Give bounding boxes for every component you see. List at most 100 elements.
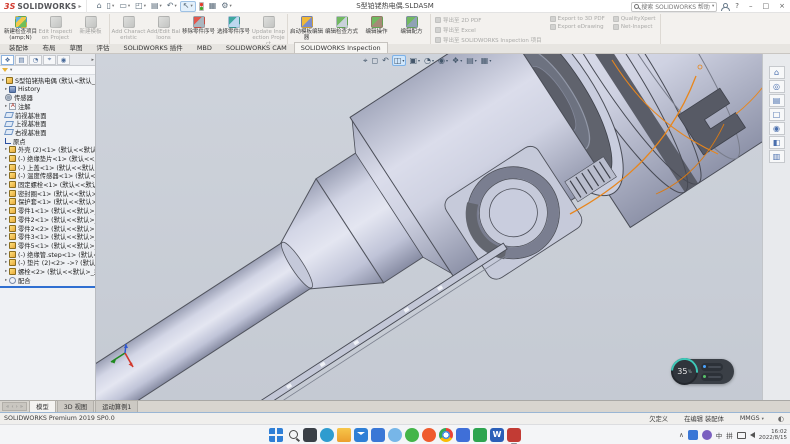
ribbon-button[interactable]: 编辑检查方式: [324, 14, 359, 35]
tree-root[interactable]: ▸ S型铂铑热电偶 (默认<默认_显示状态-1: [0, 76, 95, 85]
graphics-viewport[interactable]: ⌖ ▾ ◻ ▾ ↶ ▾ ◫ ▾: [96, 54, 762, 400]
hud-tool-button[interactable]: ◔ ▾: [423, 55, 435, 66]
taskbar-app-icon[interactable]: [405, 428, 419, 442]
chevron-down-icon[interactable]: ▾: [712, 4, 714, 9]
hud-tool-button[interactable]: ◫ ▾: [392, 55, 407, 66]
clock[interactable]: 16:02 2022/8/15: [759, 429, 787, 442]
tree-item[interactable]: ▸ 注解: [0, 102, 95, 111]
tab-propertymanager[interactable]: ▤: [15, 55, 28, 65]
hud-tool-button[interactable]: ↶ ▾: [381, 55, 390, 66]
hud-tool-button[interactable]: ▦ ▾: [480, 55, 493, 66]
panel-tabs-overflow[interactable]: ▸: [91, 57, 94, 63]
status-item[interactable]: 欠定义▾: [649, 414, 668, 423]
tree-item[interactable]: ▸ 传感器: [0, 93, 95, 102]
export-menu-item[interactable]: Net-Inspect: [613, 24, 656, 30]
tray-chevron-icon[interactable]: ∧: [679, 431, 684, 439]
tree-item[interactable]: ▸ 零件3<1> (默认<<默认>_显示状: [0, 232, 95, 241]
tab-scroll-buttons[interactable]: « ‹ › »: [2, 402, 27, 411]
qat-button[interactable]: ▾: [197, 1, 206, 12]
tab-custom-properties[interactable]: ◧: [769, 136, 785, 149]
taskbar-app-icon[interactable]: [269, 428, 283, 442]
ribbon-tab[interactable]: SOLIDWORKS Inspection: [294, 42, 388, 53]
status-item[interactable]: 在编辑 装配体▾: [684, 414, 724, 423]
tab-appearances[interactable]: ◉: [769, 122, 785, 135]
tree-item[interactable]: ▸ (-) 绝缘管.step<1> (默认<<默认>_: [0, 250, 95, 259]
last-tab-icon[interactable]: »: [20, 404, 23, 410]
export-menu-item[interactable]: 导出至 Excel: [435, 26, 542, 34]
tree-item[interactable]: ▸ (-) 垫片 (2)<2> ->? (默认<<默认>_: [0, 258, 95, 267]
restore-button[interactable]: □: [760, 1, 773, 12]
tree-item[interactable]: ▸ 零件2<2> (默认<<默认>_显示状: [0, 224, 95, 233]
taskbar-app-icon[interactable]: [388, 428, 402, 442]
ribbon-tab[interactable]: SOLIDWORKS CAM: [219, 42, 294, 53]
ribbon-button[interactable]: Add Characteristic: [111, 14, 146, 41]
tab-design-library[interactable]: ◎: [769, 80, 785, 93]
tree-item[interactable]: ▸ 配合: [0, 276, 95, 285]
tree-item[interactable]: ▸ 固定螺栓<1> (默认<<默认>_显示: [0, 180, 95, 189]
rollback-bar[interactable]: [0, 286, 95, 288]
ribbon-button[interactable]: 启动模板编辑器: [289, 14, 324, 41]
tree-item[interactable]: ▸ 零件5<1> (默认<<默认>_显示状: [0, 241, 95, 250]
help-button[interactable]: ?: [732, 1, 742, 12]
hud-tool-button[interactable]: ◻ ▾: [371, 55, 380, 66]
ribbon-button[interactable]: 移除零件序号: [181, 14, 216, 35]
ribbon-tab[interactable]: 评估: [90, 40, 117, 53]
qat-button[interactable]: ▯ ▾: [105, 1, 117, 12]
network-icon[interactable]: [737, 432, 746, 439]
tab-file-explorer[interactable]: ▤: [769, 94, 785, 107]
first-tab-icon[interactable]: «: [6, 404, 9, 410]
taskbar-app-icon[interactable]: [303, 428, 317, 442]
tab-pack-and-go[interactable]: ▥: [769, 150, 785, 163]
status-item[interactable]: MMGS▾: [740, 415, 764, 422]
ribbon-button[interactable]: Add/Edit Balloons: [146, 14, 181, 41]
tree-item[interactable]: ▸ 零件1<1> (默认<<默认>_显示状态: [0, 206, 95, 215]
taskbar-app-icon[interactable]: W: [490, 428, 504, 442]
export-menu-item[interactable]: 导出至 2D PDF: [435, 16, 542, 24]
qat-button[interactable]: ▤ ▾: [149, 1, 164, 12]
recorder-widget[interactable]: 35 %: [672, 359, 734, 384]
recorder-button-bottom[interactable]: [701, 373, 723, 381]
solidworks-logo[interactable]: 3S SOLIDWORKS ▸: [0, 0, 87, 13]
tree-item[interactable]: ▸ (-) 上盖<1> (默认<<默认>_显示状: [0, 163, 95, 172]
qat-button[interactable]: ↖ ▾: [180, 1, 196, 12]
tab-view-palette[interactable]: □: [769, 108, 785, 121]
taskbar-app-icon[interactable]: [456, 428, 470, 442]
tree-item[interactable]: ▸ 原点: [0, 137, 95, 146]
model-3d[interactable]: [96, 54, 762, 400]
export-menu-item[interactable]: 导出至 SOLIDWORKS Inspection 项目: [435, 36, 542, 44]
tree-item[interactable]: ▸ 上视基准面: [0, 119, 95, 128]
qat-button[interactable]: ⚙ ▾: [219, 1, 233, 12]
taskbar-app-icon[interactable]: [422, 428, 436, 442]
tree-item[interactable]: ▸ 密封圈<1> (默认<<默认>_显示状: [0, 189, 95, 198]
ribbon-button[interactable]: 新建模板: [73, 14, 108, 35]
ribbon-button[interactable]: 编辑配方: [394, 14, 429, 35]
prev-tab-icon[interactable]: ‹: [11, 404, 13, 410]
hud-tool-button[interactable]: ▣ ▾: [408, 55, 421, 66]
tab-featuremanager[interactable]: ❖: [1, 55, 14, 65]
ribbon-tab[interactable]: MBD: [190, 42, 219, 53]
tree-filter[interactable]: ▾: [0, 66, 95, 75]
qat-button[interactable]: ▦ ▾: [207, 1, 219, 12]
zoom-percent-badge[interactable]: 35 %: [671, 358, 698, 385]
tree-item[interactable]: ▸ 零件2<1> (默认<<默认>_显示状: [0, 215, 95, 224]
tree-item[interactable]: ▸ 前视基准面: [0, 111, 95, 120]
hud-tool-button[interactable]: ❖ ▾: [451, 55, 463, 66]
tree-item[interactable]: ▸ 螺栓<2> (默认<<默认>_显示状态: [0, 267, 95, 276]
qat-button[interactable]: ⌂ ▾: [95, 1, 104, 12]
taskbar-app-icon[interactable]: [473, 428, 487, 442]
taskbar-app-icon[interactable]: [337, 428, 351, 442]
ribbon-tab[interactable]: 布局: [36, 40, 63, 53]
doc-tab[interactable]: 模型: [29, 400, 56, 412]
ribbon-button[interactable]: 编辑操作: [359, 14, 394, 35]
hud-tool-button[interactable]: ◉ ▾: [437, 55, 449, 66]
qat-button[interactable]: ↶ ▾: [165, 1, 179, 12]
taskbar-app-icon[interactable]: [507, 428, 521, 442]
login-icon[interactable]: [721, 3, 728, 11]
ime-mode-button[interactable]: 中: [716, 430, 723, 440]
tree-item[interactable]: ▸ (-) 温度传感器<1> (默认<<默认>_: [0, 172, 95, 181]
shield-icon[interactable]: [702, 430, 712, 440]
taskbar-app-icon[interactable]: [371, 428, 385, 442]
tree-item[interactable]: ▸ 保护套<1> (默认<<默认>_显示状: [0, 198, 95, 207]
globe-icon[interactable]: ◐: [778, 415, 784, 423]
tree-item[interactable]: ▸ History: [0, 85, 95, 94]
